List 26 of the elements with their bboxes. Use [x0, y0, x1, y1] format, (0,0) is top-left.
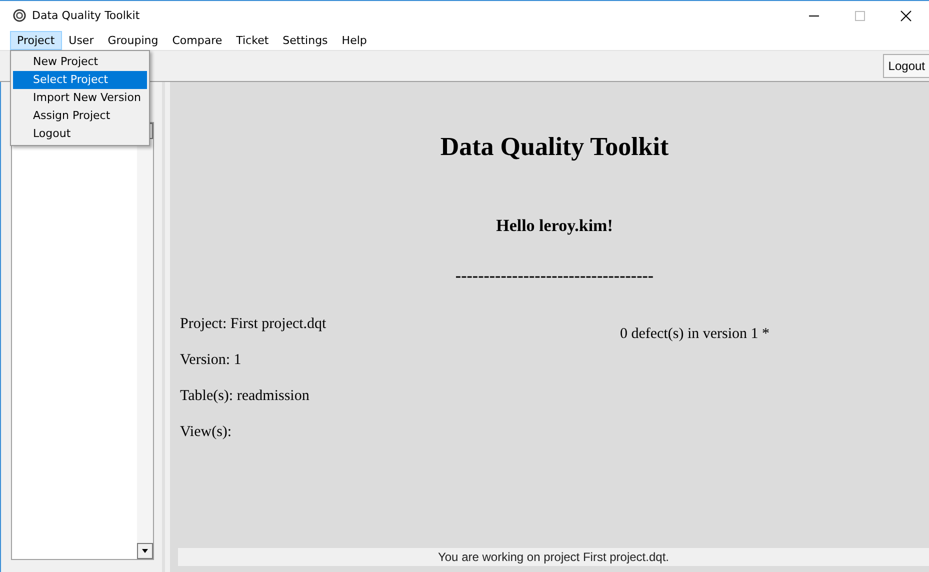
greeting-text: Hello leroy.kim! [496, 216, 613, 236]
menu-item[interactable]: Project [10, 30, 62, 50]
menu-item[interactable]: Import New Version [13, 89, 147, 107]
separator-text: ----------------------------------- [455, 266, 654, 286]
app-heading: Data Quality Toolkit [440, 132, 669, 162]
menu-item[interactable]: Assign Project [13, 107, 147, 125]
detail-text: Project: First project.dqt [180, 316, 328, 333]
menu-item[interactable]: Settings [276, 30, 335, 50]
window-title: Data Quality Toolkit [32, 9, 140, 22]
menu-item[interactable]: Help [334, 30, 374, 50]
menu-item[interactable]: Ticket [229, 30, 276, 50]
scroll-down-icon[interactable] [137, 543, 153, 559]
status-bar: You are working on project First project.dqt. [178, 548, 929, 566]
menu-item[interactable]: Compare [165, 30, 230, 50]
menu-item[interactable]: Logout [13, 125, 147, 143]
app-icon [13, 9, 26, 22]
menu-item[interactable]: Select Project [13, 71, 147, 89]
detail-text: Version: 1 [180, 352, 242, 369]
menu-item[interactable]: User [62, 30, 101, 50]
scrollbar[interactable] [137, 123, 153, 559]
menu-item[interactable]: New Project [13, 53, 147, 71]
defect-count-text: 0 defect(s) in version 1 * [620, 326, 770, 344]
menu-item[interactable]: Grouping [100, 30, 166, 50]
detail-text: Table(s): readmission [180, 388, 310, 405]
logout-button[interactable]: Logout [883, 54, 929, 78]
detail-text: View(s): [180, 424, 233, 441]
